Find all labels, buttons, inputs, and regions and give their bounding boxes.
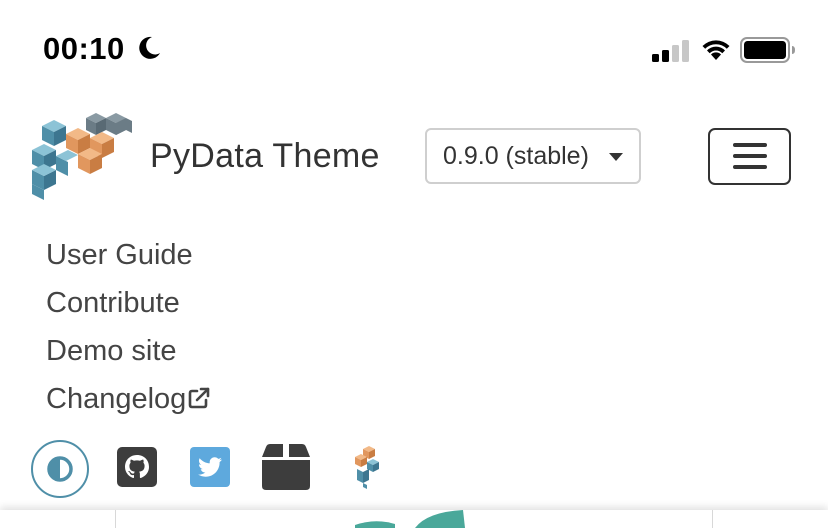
nav-link-contribute[interactable]: Contribute <box>46 282 210 330</box>
status-time: 00:10 <box>43 31 125 66</box>
navbar: PyData Theme 0.9.0 (stable) <box>0 100 828 200</box>
hamburger-icon <box>733 165 767 169</box>
signal-icon <box>652 40 689 62</box>
battery-icon <box>740 37 795 63</box>
nav-link-changelog-label: Changelog <box>46 383 187 415</box>
package-icon[interactable] <box>262 444 310 490</box>
github-icon[interactable] <box>117 447 157 487</box>
version-switcher[interactable]: 0.9.0 (stable) <box>425 128 641 184</box>
status-bar: 00:10 <box>0 0 828 100</box>
nav-link-demo-site[interactable]: Demo site <box>46 330 210 378</box>
hero-illustration <box>355 510 465 528</box>
nav-links: User Guide Contribute Demo site Changelo… <box>46 234 210 426</box>
hamburger-icon <box>733 143 767 147</box>
hamburger-icon <box>733 154 767 158</box>
content-divider <box>712 510 713 528</box>
pydata-logo[interactable] <box>28 112 134 202</box>
theme-switch-icon <box>47 456 73 482</box>
external-link-icon <box>188 387 210 409</box>
nav-link-changelog[interactable]: Changelog <box>46 378 210 426</box>
content-divider <box>115 510 116 528</box>
content-area <box>0 510 828 528</box>
menu-toggle-button[interactable] <box>708 128 791 185</box>
nav-link-user-guide[interactable]: User Guide <box>46 234 210 282</box>
twitter-icon[interactable] <box>190 447 230 487</box>
brand-title[interactable]: PyData Theme <box>150 137 380 176</box>
wifi-icon <box>702 40 730 60</box>
pydata-small-logo[interactable] <box>353 443 381 489</box>
icon-links <box>0 435 828 500</box>
version-label: 0.9.0 (stable) <box>443 142 589 170</box>
theme-switch-button[interactable] <box>31 440 89 498</box>
caret-down-icon <box>609 153 623 161</box>
moon-icon <box>139 36 160 59</box>
